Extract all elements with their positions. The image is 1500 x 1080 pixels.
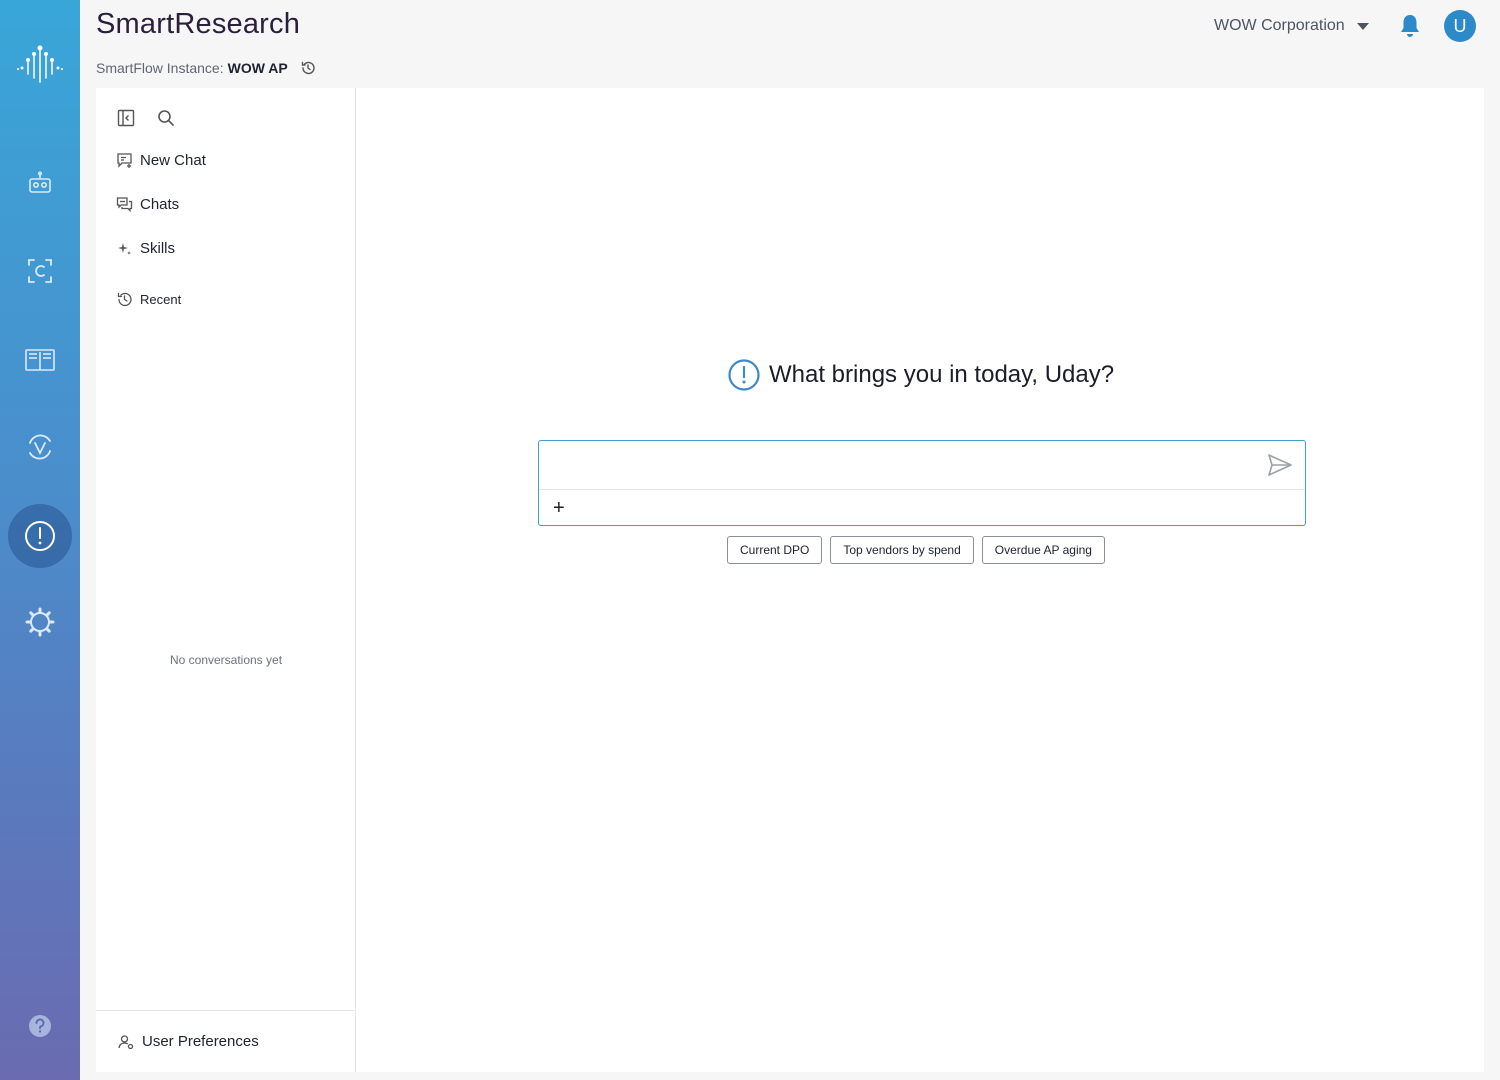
- suggestion-chip[interactable]: Overdue AP aging: [981, 536, 1105, 564]
- composer-divider: [539, 489, 1305, 490]
- instance-info: SmartFlow Instance: WOW AP: [96, 60, 316, 76]
- help-icon: [29, 1015, 51, 1037]
- rail-robot[interactable]: [0, 151, 80, 215]
- bell-icon[interactable]: [1398, 13, 1422, 39]
- greeting-text: What brings you in today, Uday?: [769, 361, 1115, 388]
- chat-input[interactable]: [539, 441, 1259, 489]
- sidebar-item-label: New Chat: [140, 152, 206, 169]
- info-icon: [728, 359, 760, 391]
- send-icon[interactable]: [1267, 453, 1293, 477]
- history-icon: [117, 292, 132, 307]
- rail-capture[interactable]: [0, 239, 80, 303]
- user-preferences-label: User Preferences: [142, 1033, 259, 1050]
- sidebar-item-label: Recent: [140, 292, 182, 307]
- attach-button[interactable]: +: [553, 497, 565, 519]
- user-settings-icon: [118, 1034, 134, 1049]
- book-icon: [25, 349, 55, 371]
- rail-settings[interactable]: [0, 590, 80, 654]
- sidebar-toolbar: [116, 108, 176, 128]
- suggestion-chip[interactable]: Current DPO: [727, 536, 823, 564]
- sidebar-item-recent[interactable]: Recent: [116, 291, 181, 308]
- organization-dropdown[interactable]: WOW Corporation: [1214, 17, 1369, 35]
- search-icon: [158, 110, 174, 126]
- chat-composer: +: [538, 440, 1306, 526]
- sidebar-footer: User Preferences: [96, 1010, 356, 1072]
- suggestion-chip[interactable]: Top vendors by spend: [830, 536, 974, 564]
- user-preferences-button[interactable]: User Preferences: [118, 1033, 259, 1050]
- rail-validation[interactable]: [0, 415, 80, 479]
- chat-sidebar: New Chat Chats Skills Recent No conversa…: [96, 88, 356, 1072]
- gear-icon: [25, 607, 55, 637]
- robot-icon: [29, 171, 51, 193]
- collapse-sidebar-button[interactable]: [116, 108, 136, 128]
- smartcapture-icon: [28, 259, 52, 283]
- new-chat-icon: [117, 153, 132, 168]
- rail-library[interactable]: [0, 327, 80, 391]
- sidebar-item-label: Chats: [140, 196, 180, 213]
- app-logo-icon[interactable]: [16, 42, 64, 86]
- instance-name: WOW AP: [227, 60, 288, 76]
- rail-smartresearch[interactable]: [0, 504, 80, 568]
- chevron-down-icon: [1356, 22, 1369, 30]
- main-content: What brings you in today, Uday? + Curren…: [356, 88, 1484, 1072]
- sparkle-icon: [118, 243, 131, 255]
- greeting-heading: What brings you in today, Uday?: [727, 358, 1114, 392]
- instance-label: SmartFlow Instance:: [96, 60, 224, 76]
- organization-name: WOW Corporation: [1214, 17, 1345, 34]
- sidebar-item-label: Skills: [140, 240, 176, 257]
- sidebar-collapse-icon: [117, 109, 135, 127]
- avatar[interactable]: U: [1444, 10, 1476, 42]
- search-button[interactable]: [156, 108, 176, 128]
- info-icon: [25, 521, 55, 551]
- history-icon[interactable]: [300, 60, 316, 76]
- sidebar-item-new-chat[interactable]: New Chat: [116, 152, 206, 169]
- validation-icon: [29, 434, 51, 460]
- sidebar-item-chats[interactable]: Chats: [116, 196, 179, 213]
- rail-help[interactable]: [0, 994, 80, 1058]
- sidebar-item-skills[interactable]: Skills: [116, 240, 175, 257]
- chats-icon: [116, 197, 133, 213]
- left-rail: [0, 0, 80, 1080]
- suggestion-chips: Current DPO Top vendors by spend Overdue…: [727, 536, 1105, 564]
- app-title: SmartResearch: [96, 8, 301, 40]
- empty-state-text: No conversations yet: [169, 653, 283, 667]
